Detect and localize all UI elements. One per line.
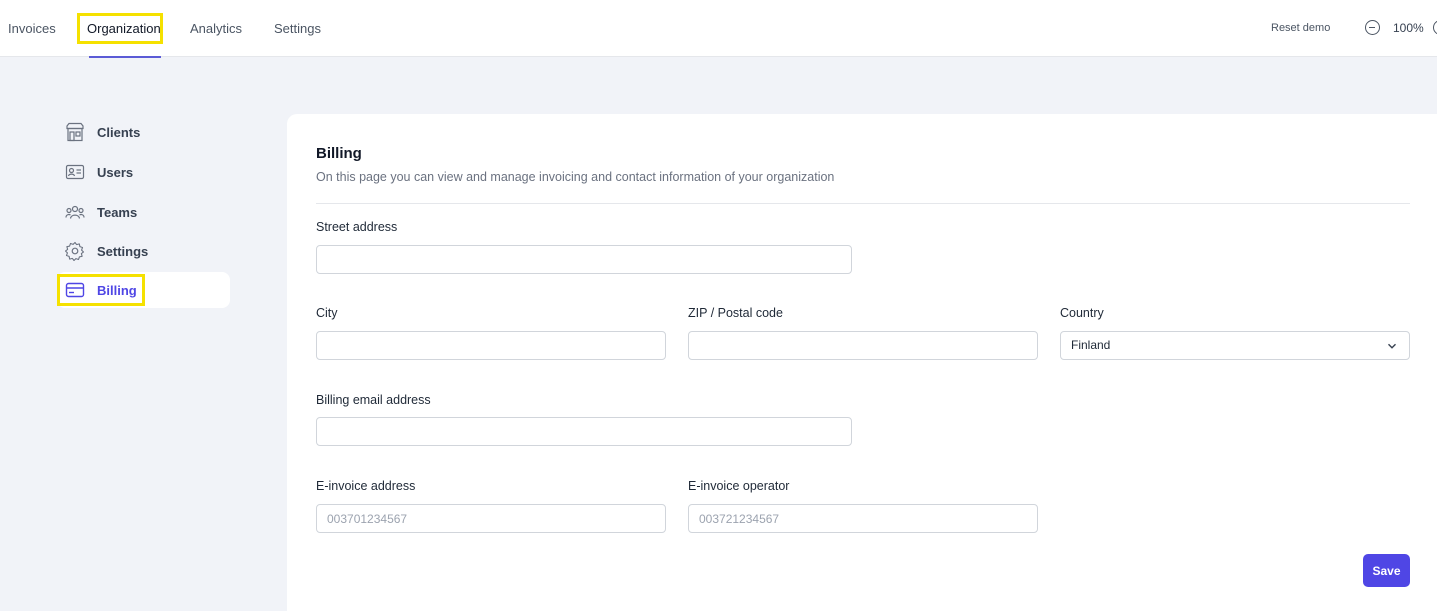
sidebar-item-users[interactable]: Users	[57, 154, 230, 190]
street-address-input[interactable]	[316, 245, 852, 274]
gear-icon	[65, 241, 85, 261]
sidebar-item-clients[interactable]: Clients	[57, 114, 230, 150]
city-label: City	[316, 306, 338, 320]
chevron-down-icon	[1388, 343, 1396, 349]
sidebar-item-teams[interactable]: Teams	[57, 194, 230, 230]
store-icon	[66, 122, 84, 142]
sidebar-item-label: Teams	[97, 204, 138, 220]
page-title: Billing	[316, 145, 362, 162]
zoom-in-icon[interactable]	[1433, 20, 1437, 35]
divider	[316, 203, 1410, 204]
street-address-label: Street address	[316, 220, 398, 234]
active-tab-indicator	[89, 56, 161, 58]
einvoice-operator-input[interactable]	[688, 504, 1038, 533]
sidebar-item-settings[interactable]: Settings	[57, 233, 230, 269]
tab-analytics[interactable]: Analytics	[190, 0, 242, 57]
billing-email-label: Billing email address	[316, 393, 431, 407]
zoom-level: 100%	[1393, 21, 1424, 35]
billing-email-input[interactable]	[316, 417, 852, 446]
highlight-box-billing	[57, 274, 145, 306]
billing-card: Billing On this page you can view and ma…	[287, 114, 1437, 611]
highlight-box-organization	[77, 13, 163, 44]
einvoice-address-label: E-invoice address	[316, 479, 416, 493]
reset-demo-link[interactable]: Reset demo	[1271, 0, 1330, 57]
zip-input[interactable]	[688, 331, 1038, 360]
zoom-out-icon[interactable]	[1365, 20, 1380, 35]
sidebar-item-label: Users	[97, 164, 134, 180]
country-selected-value: Finland	[1071, 338, 1111, 352]
sidebar-item-label: Settings	[97, 243, 149, 259]
tab-invoices[interactable]: Invoices	[8, 0, 56, 57]
page-description: On this page you can view and manage inv…	[316, 170, 835, 184]
einvoice-address-input[interactable]	[316, 504, 666, 533]
country-select[interactable]: Finland	[1060, 331, 1410, 360]
top-navigation-bar: Invoices Organization Analytics Settings…	[0, 0, 1437, 58]
tab-settings[interactable]: Settings	[274, 0, 321, 57]
city-input[interactable]	[316, 331, 666, 360]
einvoice-operator-label: E-invoice operator	[688, 479, 790, 493]
country-label: Country	[1060, 306, 1104, 320]
save-button[interactable]: Save	[1363, 554, 1410, 587]
people-icon	[65, 205, 85, 219]
sidebar-item-label: Clients	[97, 124, 141, 140]
id-card-icon	[65, 164, 85, 180]
zip-label: ZIP / Postal code	[688, 306, 783, 320]
